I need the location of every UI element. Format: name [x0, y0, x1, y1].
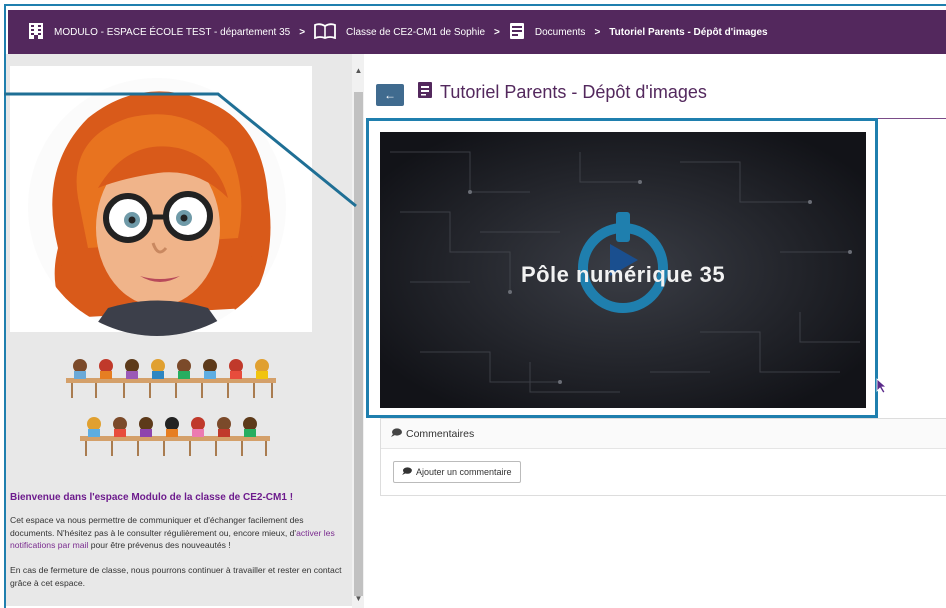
- welcome-heading: Bienvenue dans l'espace Modulo de la cla…: [10, 492, 294, 503]
- breadcrumb-school-label: MODULO - ESPACE ÉCOLE TEST - département…: [54, 26, 291, 38]
- play-icon[interactable]: [603, 238, 643, 278]
- students-illustration: [66, 354, 286, 474]
- breadcrumb-separator: >: [594, 26, 601, 38]
- add-comment-button[interactable]: Ajouter un commentaire: [393, 461, 521, 483]
- breadcrumb-separator: >: [494, 26, 500, 38]
- document-icon: [418, 82, 432, 103]
- comments-title: Commentaires: [406, 427, 475, 440]
- teacher-avatar: [28, 78, 286, 336]
- closure-paragraph: En cas de fermeture de classe, nous pour…: [10, 565, 342, 588]
- breadcrumb-documents[interactable]: Documents: [509, 22, 586, 43]
- intro-paragraph: Cet espace va nous permettre de communiq…: [10, 514, 346, 552]
- back-button[interactable]: ←: [376, 84, 404, 106]
- intro-text-end: pour être prévenus des nouveautés !: [88, 540, 231, 550]
- building-icon: [28, 22, 44, 43]
- breadcrumb-documents-label: Documents: [534, 26, 586, 38]
- scroll-down-icon[interactable]: ▼: [354, 594, 363, 604]
- add-comment-label: Ajouter un commentaire: [416, 467, 512, 477]
- sidebar-scrollbar[interactable]: ▲ ▼: [352, 54, 364, 608]
- mouse-cursor-icon: [876, 378, 888, 399]
- sidebar: Bienvenue dans l'espace Modulo de la cla…: [6, 54, 352, 606]
- comments-panel: Commentaires Ajouter un commentaire: [380, 418, 946, 496]
- video-player[interactable]: Pôle numérique 35: [380, 132, 866, 408]
- page-header: Tutoriel Parents - Dépôt d'images: [418, 82, 707, 103]
- breadcrumb-class-label: Classe de CE2-CM1 de Sophie: [346, 26, 486, 38]
- breadcrumb-class[interactable]: Classe de CE2-CM1 de Sophie: [314, 22, 486, 42]
- breadcrumb-current: Tutoriel Parents - Dépôt d'images: [609, 26, 768, 38]
- comments-header: Commentaires: [381, 419, 946, 449]
- book-icon: [314, 22, 336, 42]
- main-content: ← Tutoriel Parents - Dépôt d'images Pôle…: [366, 54, 946, 608]
- breadcrumb-school[interactable]: MODULO - ESPACE ÉCOLE TEST - département…: [28, 22, 290, 43]
- breadcrumb: MODULO - ESPACE ÉCOLE TEST - département…: [8, 10, 946, 54]
- scroll-thumb[interactable]: [354, 92, 363, 596]
- breadcrumb-separator: >: [299, 26, 306, 38]
- page-title: Tutoriel Parents - Dépôt d'images: [440, 82, 707, 102]
- avatar-card: [10, 66, 312, 336]
- intro-text: Cet espace va nous permettre de communiq…: [10, 515, 304, 538]
- document-icon: [509, 22, 525, 43]
- app-frame: MODULO - ESPACE ÉCOLE TEST - département…: [4, 4, 946, 608]
- comment-icon: [391, 427, 402, 440]
- comment-icon: [402, 467, 412, 477]
- scroll-up-icon[interactable]: ▲: [354, 66, 363, 76]
